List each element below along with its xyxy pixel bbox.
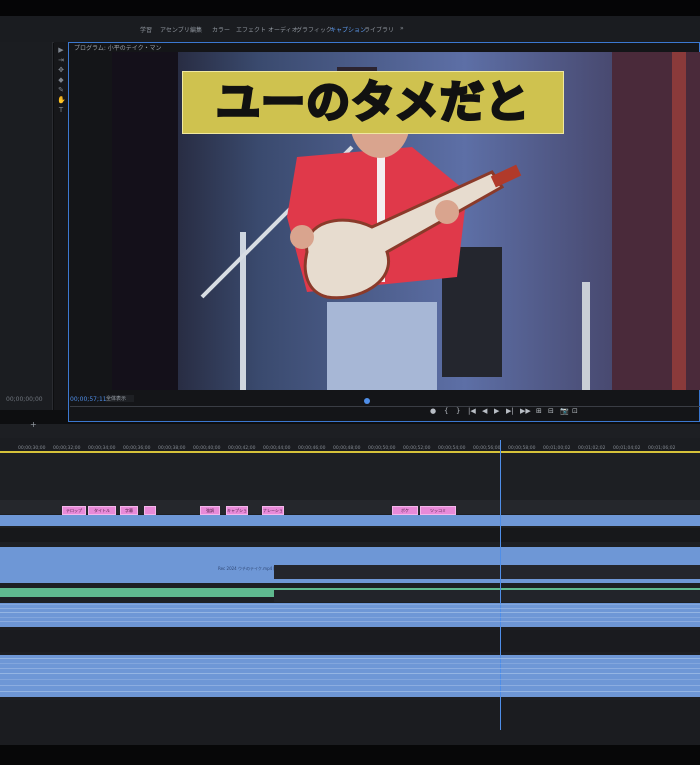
screen-bezel <box>0 0 700 16</box>
play-icon[interactable]: ▶ <box>494 407 499 415</box>
waveform-line <box>0 691 700 692</box>
mark-in-icon[interactable]: { <box>444 407 448 415</box>
workspace-tab[interactable]: アセンブリ <box>160 25 190 34</box>
waveform-line <box>0 685 700 686</box>
video-clip-label: Rec 2024 ウチのテイク.mp4 [V] <box>218 566 280 571</box>
ruler-tick-label: 00;01;06;02 <box>648 446 676 451</box>
ruler-tick-label: 00;00;44;00 <box>263 446 291 451</box>
tools-panel: ▶ ⇥ ✥ ◆ ✎ ✋ T <box>54 42 68 410</box>
waveform-line <box>0 608 700 609</box>
empty-tracks <box>0 700 700 745</box>
workspace-bar: 学習 アセンブリ 編集 カラー エフェクト オーディオ グラフィック キャプショ… <box>0 16 700 43</box>
caption-marker[interactable]: キャプション <box>226 506 248 515</box>
selection-tool-icon[interactable]: ▶ <box>57 46 65 54</box>
waveform-line <box>0 617 700 618</box>
waveform-line <box>0 604 700 605</box>
workspace-tab[interactable]: グラフィック <box>296 25 332 34</box>
pen-tool-icon[interactable]: ✎ <box>57 86 65 94</box>
mark-out-icon[interactable]: } <box>456 407 460 415</box>
go-to-out-icon[interactable]: ▶▶ <box>520 407 531 415</box>
waveform-line <box>0 679 700 680</box>
export-frame-icon[interactable]: 📷 <box>560 407 569 415</box>
ruler-tick-label: 00;00;46;00 <box>298 446 326 451</box>
ruler-tick-label: 00;00;34;00 <box>88 446 116 451</box>
workspace-tab[interactable]: カラー <box>212 25 230 34</box>
audio-clip-a2[interactable] <box>0 603 700 627</box>
screen-bezel-bottom <box>0 745 700 765</box>
video-track-gap <box>0 528 700 542</box>
caption-text[interactable]: ユーのタメだと <box>183 72 563 133</box>
ruler-tick-label: 00;00;30;00 <box>18 446 46 451</box>
caption-marker[interactable]: ボケ <box>392 506 418 515</box>
audio-track-gap <box>0 630 700 652</box>
caption-marker[interactable]: 字幕 <box>120 506 138 515</box>
ruler-tick-label: 00;00;58;00 <box>508 446 536 451</box>
workspace-tab[interactable]: ライブラリ <box>364 25 394 34</box>
go-to-in-icon[interactable]: |◀ <box>468 407 476 415</box>
workspace-tab[interactable]: 編集 <box>190 25 202 34</box>
add-marker-icon[interactable]: ● <box>430 407 436 415</box>
ruler-tick-label: 00;00;56;00 <box>473 446 501 451</box>
caption-marker[interactable]: ツッコミ <box>420 506 456 515</box>
extract-icon[interactable]: ⊟ <box>548 407 554 415</box>
waveform-line <box>0 658 700 659</box>
ruler-tick-label: 00;00;40;00 <box>193 446 221 451</box>
video-clip-v1-segment[interactable] <box>274 565 700 579</box>
monitor-playhead[interactable] <box>364 398 370 404</box>
razor-tool-icon[interactable]: ◆ <box>57 76 65 84</box>
video-clip-v2[interactable] <box>0 515 700 526</box>
program-timecode[interactable]: 00;00;57;11 <box>70 396 107 403</box>
timeline-playhead[interactable] <box>500 440 501 730</box>
comparison-view-icon[interactable]: ⊡ <box>572 407 578 415</box>
ruler-tick-label: 00;00;48;00 <box>333 446 361 451</box>
step-back-icon[interactable]: ◀ <box>482 407 487 415</box>
work-area-bar[interactable] <box>0 451 700 453</box>
ruler-tick-label: 00;00;42;00 <box>228 446 256 451</box>
audio-clip-a1-segment[interactable] <box>274 590 700 602</box>
ruler-tick-label: 00;00;36;00 <box>123 446 151 451</box>
waveform-line <box>0 621 700 622</box>
caption-marker[interactable]: 強調 <box>200 506 220 515</box>
add-track-button[interactable]: + <box>30 420 37 429</box>
workspace-overflow-icon[interactable]: » <box>400 25 404 32</box>
waveform-line <box>0 612 700 613</box>
ruler-tick-label: 00;00;54;00 <box>438 446 466 451</box>
move-tool-icon[interactable]: ✥ <box>57 66 65 74</box>
caption-marker[interactable]: タイトル <box>88 506 116 515</box>
workspace-tab-active[interactable]: キャプション <box>330 25 366 34</box>
track-select-tool-icon[interactable]: ⇥ <box>57 56 65 64</box>
ruler-tick-label: 00;01;02;02 <box>578 446 606 451</box>
ruler-tick-label: 00;01;00;02 <box>543 446 571 451</box>
caption-marker[interactable]: ナレーション <box>262 506 284 515</box>
source-timecode: 00;00;00;00 <box>6 396 43 403</box>
transport-controls: ● { } |◀ ◀ ▶ ▶| ▶▶ ⊞ ⊟ 📷 ⊡ <box>430 407 610 417</box>
ruler-tick-label: 00;00;32;00 <box>53 446 81 451</box>
ruler-tick-label: 00;00;50;00 <box>368 446 396 451</box>
ruler-tick-label: 00;01;04;02 <box>613 446 641 451</box>
waveform-line <box>0 663 700 664</box>
lift-icon[interactable]: ⊞ <box>536 407 542 415</box>
waveform-line <box>0 668 700 669</box>
hand-tool-icon[interactable]: ✋ <box>57 96 66 104</box>
program-monitor-title[interactable]: プログラム: 小平のテイク・マン <box>74 43 162 52</box>
caption-marker[interactable]: テロップ <box>62 506 86 515</box>
waveform-line <box>0 673 700 674</box>
workspace-tab[interactable]: エフェクト <box>236 25 266 34</box>
workspace-tab[interactable]: 学習 <box>140 25 152 34</box>
source-panel <box>0 42 53 410</box>
step-forward-icon[interactable]: ▶| <box>506 407 514 415</box>
ruler-tick-label: 00;00;52;00 <box>403 446 431 451</box>
ruler-tick-label: 00;00;38;00 <box>158 446 186 451</box>
type-tool-icon[interactable]: T <box>57 106 65 114</box>
caption-title-box[interactable]: ユーのタメだと <box>182 71 564 134</box>
workspace-tab[interactable]: オーディオ <box>268 25 298 34</box>
caption-marker[interactable] <box>144 506 156 515</box>
fit-dropdown[interactable]: 全体表示 <box>106 395 134 402</box>
